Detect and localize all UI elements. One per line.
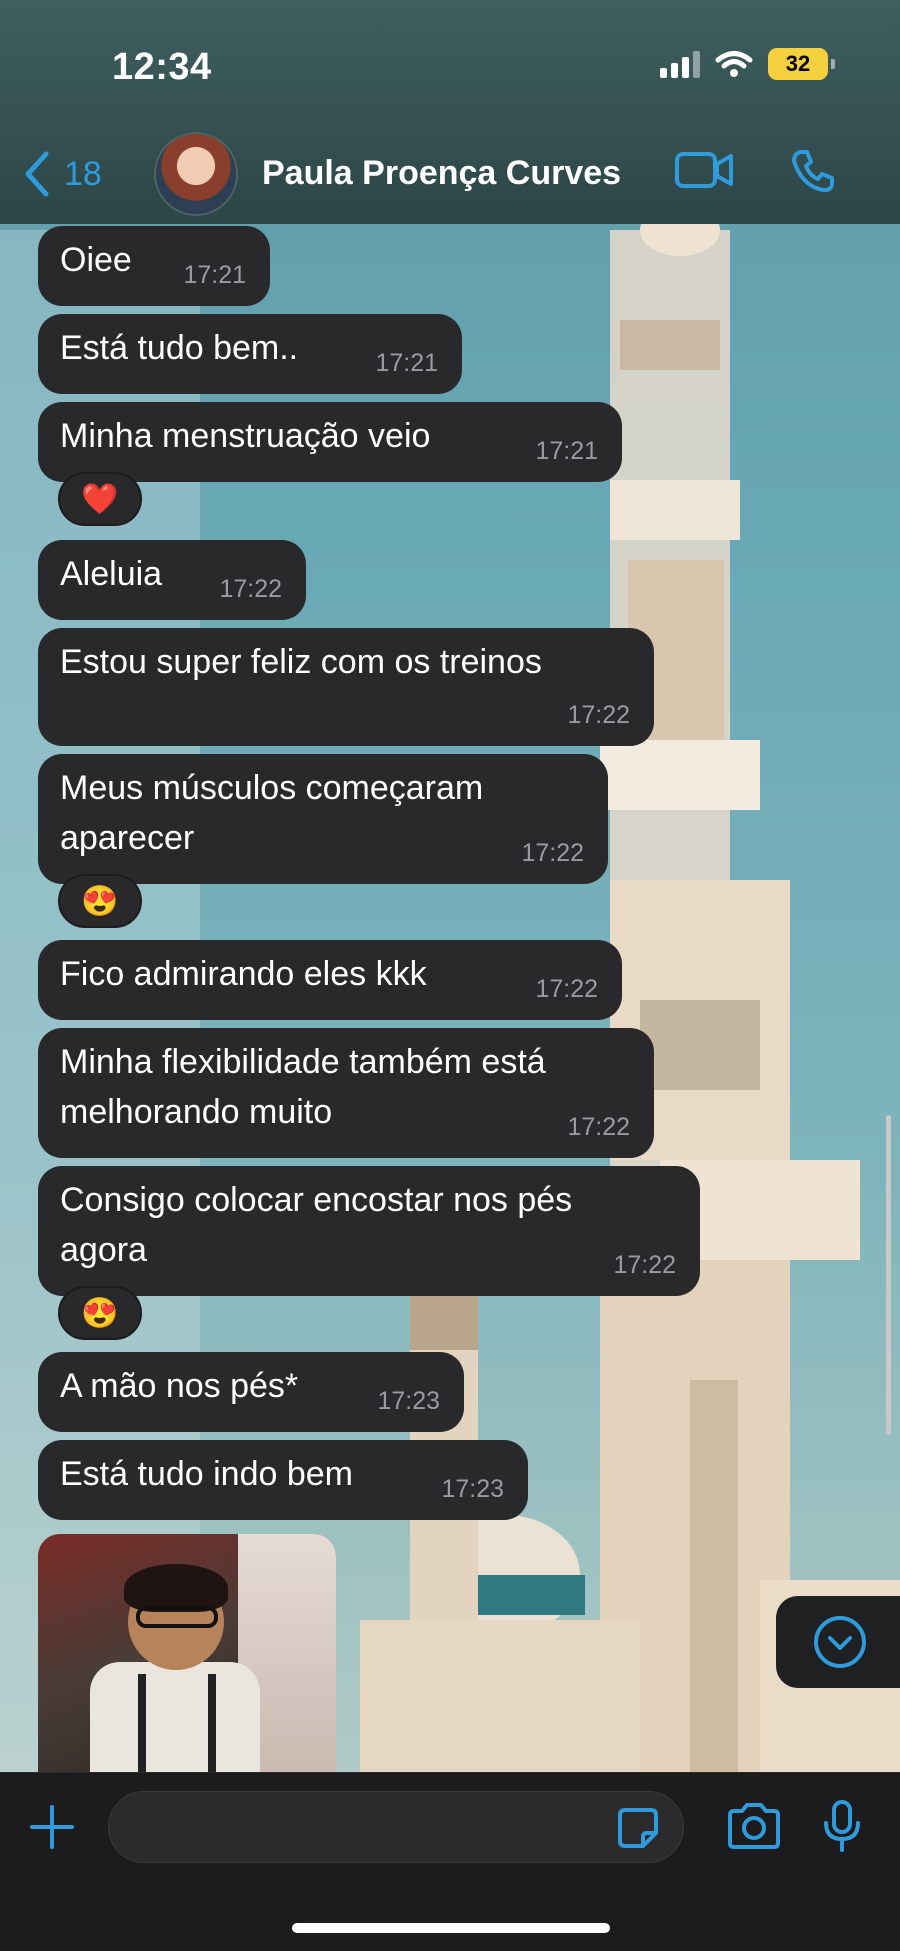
back-button[interactable]: 18 — [22, 150, 102, 198]
message-bubble[interactable]: Está tudo indo bem 17:23 — [38, 1440, 528, 1520]
message-text: Está tudo indo bem — [60, 1455, 353, 1493]
message-list[interactable]: Oiee 17:21 Está tudo bem.. 17:21 Minha m… — [0, 224, 900, 1772]
scroll-to-bottom-button[interactable] — [776, 1596, 900, 1688]
message-text: Fico admirando eles kkk — [60, 955, 427, 993]
chevron-left-icon — [25, 151, 49, 197]
message-time: 17:22 — [567, 701, 630, 729]
message-time: 17:21 — [535, 437, 598, 465]
contact-name[interactable]: Paula Proença Curves — [262, 154, 621, 193]
message-text-line: Minha flexibilidade também está — [60, 1043, 546, 1081]
message-bubble[interactable]: Está tudo bem.. 17:21 — [38, 314, 462, 394]
camera-icon[interactable] — [726, 1803, 782, 1849]
message-time: 17:22 — [521, 839, 584, 867]
status-indicators: 32 — [660, 48, 835, 80]
gif-message[interactable] — [38, 1534, 336, 1772]
message-time: 17:23 — [377, 1387, 440, 1415]
contact-avatar[interactable] — [154, 132, 238, 216]
message-time: 17:21 — [375, 349, 438, 377]
chevron-down-circle-icon — [814, 1616, 866, 1668]
message-time: 17:22 — [567, 1113, 630, 1141]
message-text-line: Consigo colocar encostar nos pés — [60, 1181, 573, 1219]
message-bubble[interactable]: Estou super feliz com os treinos 17:22 — [38, 628, 654, 746]
message-bubble[interactable]: Meus músculos começaram aparecer 17:22 — [38, 754, 608, 884]
gif-figure-body — [90, 1662, 260, 1772]
gif-figure-glasses — [136, 1606, 218, 1628]
battery-level: 32 — [785, 51, 811, 76]
message-reaction[interactable]: 😍 — [58, 1286, 142, 1340]
message-bubble[interactable]: Consigo colocar encostar nos pés agora 1… — [38, 1166, 700, 1296]
phone-icon[interactable] — [790, 148, 836, 194]
microphone-icon[interactable] — [822, 1799, 862, 1853]
message-time: 17:22 — [535, 975, 598, 1003]
message-text-line: Meus músculos começaram — [60, 769, 484, 807]
message-composer — [0, 1772, 900, 1951]
sticker-icon[interactable] — [617, 1807, 659, 1849]
gif-suspender — [138, 1674, 146, 1772]
battery-indicator: 32 — [768, 48, 835, 80]
scrollbar[interactable] — [886, 1115, 891, 1435]
message-time: 17:22 — [219, 575, 282, 603]
plus-icon[interactable] — [28, 1803, 76, 1851]
message-input[interactable] — [108, 1791, 684, 1863]
home-indicator[interactable] — [292, 1923, 610, 1933]
status-time: 12:34 — [112, 46, 212, 88]
wifi-icon — [715, 51, 753, 77]
message-text-line: agora — [60, 1231, 147, 1269]
message-text: Minha menstruação veio — [60, 417, 431, 455]
message-text-line: aparecer — [60, 819, 195, 857]
cellular-signal-icon — [660, 50, 700, 78]
gif-suspender — [208, 1674, 216, 1772]
message-text: Estou super feliz com os treinos — [60, 643, 542, 681]
message-reaction[interactable]: ❤️ — [58, 472, 142, 526]
message-reaction[interactable]: 😍 — [58, 874, 142, 928]
message-bubble[interactable]: Oiee 17:21 — [38, 226, 270, 306]
unread-count: 18 — [64, 154, 102, 193]
message-text-line: melhorando muito — [60, 1093, 333, 1131]
message-time: 17:21 — [183, 261, 246, 289]
message-bubble[interactable]: Minha menstruação veio 17:21 — [38, 402, 622, 482]
message-time: 17:23 — [441, 1475, 504, 1503]
message-bubble[interactable]: Fico admirando eles kkk 17:22 — [38, 940, 622, 1020]
chat-header: 12:34 32 18 Paula Proença Curves — [0, 0, 900, 224]
message-bubble[interactable]: Minha flexibilidade também está melhoran… — [38, 1028, 654, 1158]
gif-figure-hair — [124, 1564, 228, 1612]
message-time: 17:22 — [613, 1251, 676, 1279]
message-bubble[interactable]: Aleluia 17:22 — [38, 540, 306, 620]
video-camera-icon[interactable] — [674, 148, 734, 192]
message-bubble[interactable]: A mão nos pés* 17:23 — [38, 1352, 464, 1432]
